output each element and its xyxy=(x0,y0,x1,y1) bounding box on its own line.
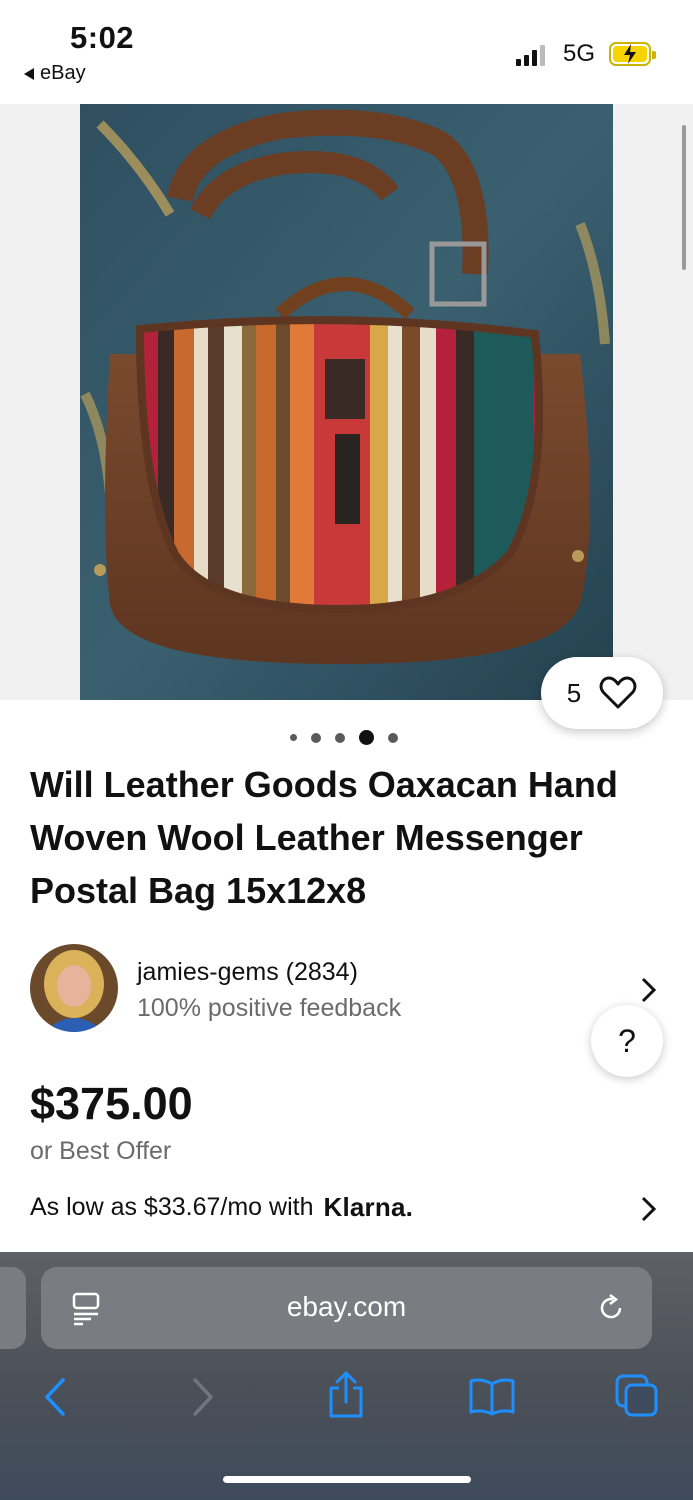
share-icon[interactable] xyxy=(327,1370,365,1420)
watch-count: 5 xyxy=(566,677,582,708)
back-to-app-link[interactable]: eBay xyxy=(24,62,86,85)
status-bar: 5:02 eBay 5G xyxy=(0,0,693,104)
seller-avatar[interactable] xyxy=(30,944,118,1032)
clock: 5:02 xyxy=(70,20,135,55)
previous-tab-edge[interactable] xyxy=(0,1267,26,1349)
reload-icon[interactable] xyxy=(596,1293,626,1323)
page-scrollbar[interactable] xyxy=(682,125,686,270)
pager-dot[interactable] xyxy=(311,732,321,743)
pager-dot[interactable] xyxy=(335,732,345,743)
back-icon[interactable] xyxy=(42,1377,68,1417)
product-photo[interactable] xyxy=(80,104,613,700)
url-text[interactable]: ebay.com xyxy=(41,1291,652,1323)
address-bar[interactable]: ebay.com xyxy=(41,1267,652,1349)
home-indicator[interactable] xyxy=(223,1476,471,1483)
financing-row[interactable]: As low as $33.67/mo with Klarna. xyxy=(30,1192,413,1223)
back-arrow-icon xyxy=(24,67,34,80)
tabs-icon[interactable] xyxy=(614,1373,660,1419)
pager-dot[interactable] xyxy=(388,732,398,743)
klarna-logo: Klarna. xyxy=(323,1192,414,1222)
price: $375.00 xyxy=(30,1078,193,1129)
image-gallery[interactable] xyxy=(0,104,693,700)
financing-text: As low as $33.67/mo with xyxy=(30,1193,314,1221)
battery-icon xyxy=(609,42,656,66)
help-button[interactable]: ? xyxy=(591,1005,663,1077)
chevron-right-icon[interactable] xyxy=(640,1195,658,1223)
pager-dot-active[interactable] xyxy=(359,730,374,745)
best-offer-label: or Best Offer xyxy=(30,1137,172,1165)
seller-card[interactable]: jamies-gems (2834) 100% positive feedbac… xyxy=(30,944,670,1034)
chevron-right-icon[interactable] xyxy=(640,976,658,1004)
forward-icon[interactable] xyxy=(190,1377,216,1417)
heart-icon xyxy=(599,676,637,709)
bookmarks-icon[interactable] xyxy=(468,1376,516,1416)
signal-icon xyxy=(516,44,545,66)
listing-title: Will Leather Goods Oaxacan Hand Woven Wo… xyxy=(30,764,618,911)
pager-dot[interactable] xyxy=(290,734,297,741)
seller-feedback: 100% positive feedback xyxy=(137,994,402,1022)
seller-name[interactable]: jamies-gems (2834) xyxy=(137,958,358,987)
network-type: 5G xyxy=(563,40,596,67)
back-app-label: eBay xyxy=(40,62,86,84)
image-pager-dots[interactable] xyxy=(290,730,398,745)
watch-button[interactable]: 5 xyxy=(541,657,663,729)
